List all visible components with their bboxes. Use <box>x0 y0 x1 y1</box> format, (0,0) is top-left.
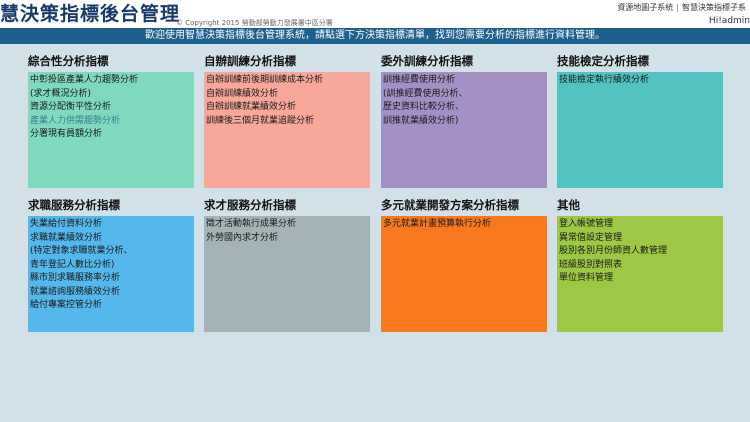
link-resource-map[interactable]: 資源地圖子系統 <box>617 3 673 12</box>
item-list: 技能檢定執行績效分析 <box>559 74 723 88</box>
indicator-link[interactable]: 青年登記人數比分析) <box>30 259 194 273</box>
indicator-link[interactable]: 就業諮詢服務績效分析 <box>30 286 194 300</box>
indicator-link[interactable]: 求職就業績效分析 <box>30 232 194 246</box>
indicator-link[interactable]: 技能檢定執行績效分析 <box>559 74 723 88</box>
indicator-link[interactable]: (求才概況分析) <box>30 88 194 102</box>
indicator-link[interactable]: 歷史資料比較分析、 <box>383 101 547 115</box>
item-list: 中彰投區產業人力趨勢分析 (求才概況分析) 資源分配衡平性分析 產業人力供需趨勢分析分… <box>30 74 194 142</box>
section-title: 綜合性分析指標 <box>28 54 109 68</box>
page-title: 慧決策指標後台管理 <box>0 3 181 25</box>
section-panel: 失業給付資料分析 求職就業績效分析 (特定對象求職就業分析、 青年登記人數比分析) 縣市… <box>28 216 194 332</box>
indicator-link[interactable]: 產業人力供需趨勢分析 <box>30 115 194 129</box>
section-panel: 徵才活動執行成果分析 外勞國內求才分析 <box>204 216 370 332</box>
indicator-link[interactable]: 股別各別月份師資人數管理 <box>559 245 723 259</box>
indicator-link[interactable]: 登入帳號管理 <box>559 218 723 232</box>
indicator-link[interactable]: (訓推經費使用分析、 <box>383 88 547 102</box>
indicator-link[interactable]: 訓推經費使用分析 <box>383 74 547 88</box>
item-list: 徵才活動執行成果分析 外勞國內求才分析 <box>206 218 370 245</box>
item-list: 失業給付資料分析 求職就業績效分析 (特定對象求職就業分析、 青年登記人數比分析) 縣市… <box>30 218 194 313</box>
section-title: 求才服務分析指標 <box>204 198 296 212</box>
indicator-link[interactable]: 分署現有員額分析 <box>30 128 194 142</box>
indicator-link[interactable]: 多元就業計畫預算執行分析 <box>383 218 547 232</box>
section-title: 技能檢定分析指標 <box>557 54 649 68</box>
section-panel: 登入帳號管理 異常值設定管理 股別各別月份師資人數管理 班級股別對照表 單位資料管理 <box>557 216 723 332</box>
section-title: 求職服務分析指標 <box>28 198 120 212</box>
indicator-link[interactable]: (特定對象求職就業分析、 <box>30 245 194 259</box>
item-list: 自辦訓練前後期訓練成本分析 自辦訓練績效分析 自辦訓練就業績效分析 訓練後三個月就業追… <box>206 74 370 128</box>
indicator-link[interactable]: 自辦訓練績效分析 <box>206 88 370 102</box>
copyright-text: © Copyright 2015 勞動部勞動力發展署中區分署 <box>176 19 333 27</box>
header: 慧決策指標後台管理 © Copyright 2015 勞動部勞動力發展署中區分署… <box>0 0 750 28</box>
user-greeting[interactable]: Hi!admin <box>709 16 750 26</box>
item-list: 多元就業計畫預算執行分析 <box>383 218 547 232</box>
indicator-link[interactable]: 自辦訓練就業績效分析 <box>206 101 370 115</box>
section-panel: 技能檢定執行績效分析 <box>557 72 723 188</box>
indicator-link[interactable]: 單位資料管理 <box>559 272 723 286</box>
indicator-link[interactable]: 自辦訓練前後期訓練成本分析 <box>206 74 370 88</box>
item-list: 登入帳號管理 異常值設定管理 股別各別月份師資人數管理 班級股別對照表 單位資料管理 <box>559 218 723 286</box>
welcome-banner: 歡迎使用智慧決策指標後台管理系統，請點選下方決策指標清單，找到您需要分析的指標進… <box>0 28 750 44</box>
indicator-link[interactable]: 縣市別求職服務率分析 <box>30 272 194 286</box>
top-links: 資源地圖子系統 | 智慧決策指標子系 <box>617 2 746 13</box>
section-panel: 訓推經費使用分析 (訓推經費使用分析、 歷史資料比較分析、 訓推就業績效分析) <box>381 72 547 188</box>
indicator-link[interactable]: 異常值設定管理 <box>559 232 723 246</box>
section-panel: 自辦訓練前後期訓練成本分析 自辦訓練績效分析 自辦訓練就業績效分析 訓練後三個月就業追… <box>204 72 370 188</box>
section-title: 多元就業開發方案分析指標 <box>381 198 519 212</box>
section-title: 自辦訓練分析指標 <box>204 54 296 68</box>
section-title: 委外訓練分析指標 <box>381 54 473 68</box>
link-smart-decision[interactable]: 智慧決策指標子系 <box>682 3 746 12</box>
section-title: 其他 <box>557 198 580 212</box>
indicator-link[interactable]: 訓推就業績效分析) <box>383 115 547 129</box>
indicator-link[interactable]: 中彰投區產業人力趨勢分析 <box>30 74 194 88</box>
indicator-link[interactable]: 外勞國內求才分析 <box>206 232 370 246</box>
indicator-link[interactable]: 訓練後三個月就業追蹤分析 <box>206 115 370 129</box>
link-separator: | <box>676 3 679 12</box>
indicator-link[interactable]: 給付專案控管分析 <box>30 299 194 313</box>
indicator-link[interactable]: 班級股別對照表 <box>559 259 723 273</box>
indicator-link[interactable]: 失業給付資料分析 <box>30 218 194 232</box>
indicator-link[interactable]: 資源分配衡平性分析 <box>30 101 194 115</box>
section-panel: 多元就業計畫預算執行分析 <box>381 216 547 332</box>
item-list: 訓推經費使用分析 (訓推經費使用分析、 歷史資料比較分析、 訓推就業績效分析) <box>383 74 547 128</box>
section-panel: 中彰投區產業人力趨勢分析 (求才概況分析) 資源分配衡平性分析 產業人力供需趨勢分析分… <box>28 72 194 188</box>
indicator-link[interactable]: 徵才活動執行成果分析 <box>206 218 370 232</box>
